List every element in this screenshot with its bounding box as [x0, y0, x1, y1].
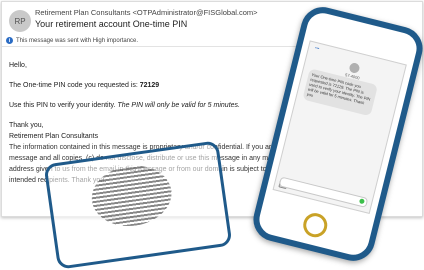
info-icon: i: [6, 37, 13, 44]
pin-code: 72129: [139, 82, 160, 89]
sms-input: [278, 176, 369, 208]
sender-line: Retirement Plan Consultants <OTPAdminist…: [35, 8, 258, 17]
blurred-detail: [87, 160, 176, 232]
pin-line: The One-time PIN code you requested is: …: [9, 82, 160, 89]
magnifier-overlay: [43, 140, 233, 270]
phone-screen: ••• 57-4000 Your One-time PIN code you r…: [272, 40, 407, 215]
verify-line: Use this PIN to verify your identity. Th…: [9, 102, 240, 109]
email-subject: Your retirement account One-time PIN: [35, 19, 188, 29]
signoff: Thank you,: [9, 122, 44, 129]
send-icon: [358, 198, 365, 205]
greeting: Hello,: [9, 62, 27, 69]
sender-avatar: RP: [9, 10, 31, 32]
importance-notice: i This message was sent with High import…: [6, 37, 138, 44]
signature: Retirement Plan Consultants: [9, 133, 99, 140]
email-body: Hello, The One-time PIN code you request…: [9, 60, 240, 142]
importance-text: This message was sent with High importan…: [16, 37, 139, 44]
home-button: [300, 210, 330, 240]
